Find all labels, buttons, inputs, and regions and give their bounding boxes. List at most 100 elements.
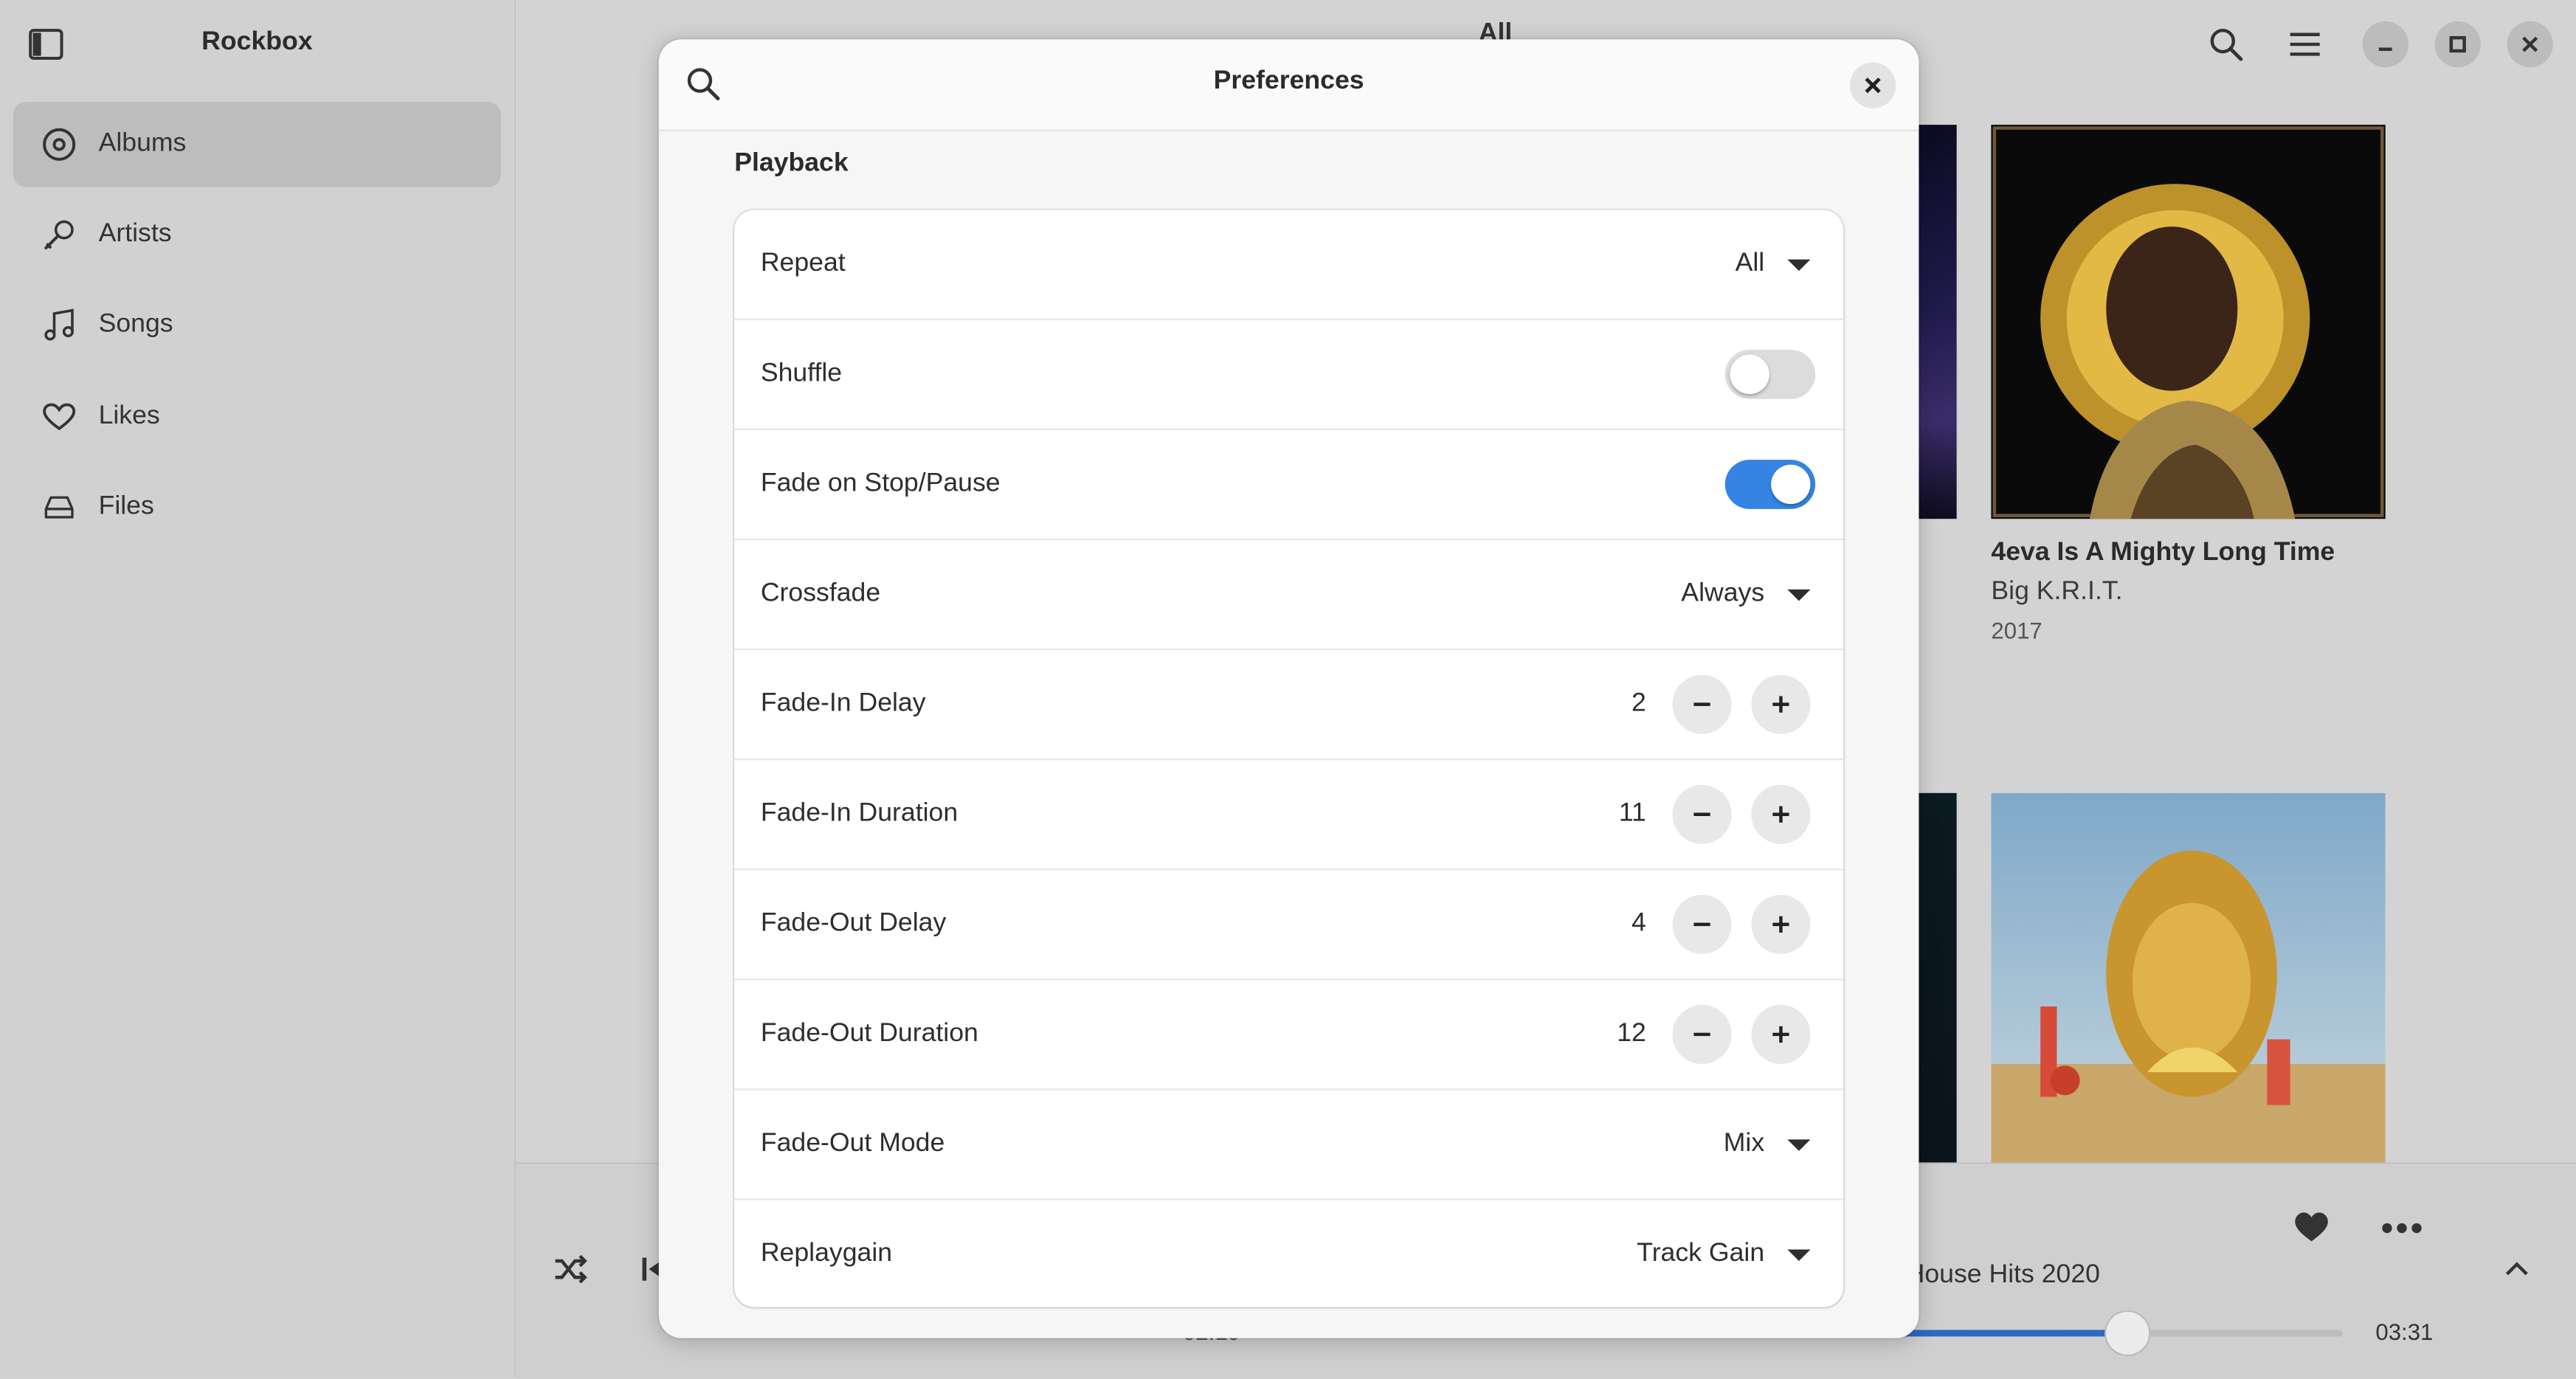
expand-player-button[interactable] [2494, 1246, 2540, 1292]
increment-button[interactable] [1751, 784, 1811, 844]
app-title: Rockbox [201, 27, 313, 56]
album-cover[interactable] [1991, 792, 2386, 1163]
music-note-icon [41, 307, 77, 343]
plus-icon [1772, 696, 1789, 713]
setting-fade-out-delay: Fade-Out Delay 4 [734, 870, 1844, 981]
sidebar-item-albums[interactable]: Albums [13, 101, 502, 187]
setting-fade-in-duration: Fade-In Duration 11 [734, 760, 1844, 871]
setting-label: Fade-Out Delay [760, 909, 947, 938]
sidebar-item-label: Likes [98, 402, 160, 431]
heart-icon [41, 399, 77, 435]
window-close-button[interactable] [2507, 21, 2553, 68]
heart-icon [2295, 1212, 2328, 1242]
album-artist[interactable]: Big K.R.I.T. [1991, 578, 2122, 607]
menu-button[interactable] [2282, 21, 2327, 67]
shuffle-icon [555, 1254, 587, 1284]
caret-down-icon [1787, 1138, 1811, 1150]
dropdown-value: Track Gain [1637, 1240, 1765, 1268]
sidebar-item-label: Albums [98, 129, 187, 158]
maximize-icon [2449, 35, 2466, 53]
preferences-dialog: Preferences Playback Repeat All Shuffle … [658, 39, 1919, 1338]
minimize-icon [2378, 47, 2392, 51]
like-button[interactable] [2288, 1203, 2334, 1249]
album-cover[interactable] [1991, 125, 2386, 519]
setting-label: Fade-Out Duration [760, 1019, 978, 1048]
dropdown-value: All [1735, 249, 1765, 278]
dialog-close-button[interactable] [1849, 62, 1896, 108]
more-button[interactable] [2379, 1205, 2425, 1251]
sidebar-item-files[interactable]: Files [13, 465, 501, 550]
decrement-button[interactable] [1672, 1004, 1732, 1064]
maximize-button[interactable] [2434, 21, 2481, 68]
caret-down-icon [1787, 588, 1811, 601]
setting-fade-in-delay: Fade-In Delay 2 [734, 650, 1844, 761]
decrement-button[interactable] [1672, 894, 1732, 954]
dialog-header: Preferences [658, 39, 1919, 132]
sidebar-item-songs[interactable]: Songs [13, 283, 501, 368]
setting-label: Shuffle [760, 359, 843, 388]
minus-icon [1693, 922, 1710, 927]
minimize-button[interactable] [2362, 21, 2408, 68]
crossfade-dropdown[interactable]: Always [1681, 540, 1811, 649]
time-total: 03:31 [2375, 1318, 2434, 1345]
album-title[interactable]: 4eva Is A Mighty Long Time [1991, 539, 2335, 568]
setting-replaygain: Replaygain Track Gain [734, 1200, 1843, 1307]
repeat-dropdown[interactable]: All [1736, 210, 1811, 319]
disc-icon [41, 126, 77, 162]
sidebar: Rockbox Albums Artists Songs Likes Files [0, 0, 517, 1378]
close-icon [2522, 36, 2538, 52]
minus-icon [1693, 702, 1710, 706]
album-year: 2017 [1991, 617, 2043, 644]
fade-out-mode-dropdown[interactable]: Mix [1724, 1091, 1811, 1199]
progress-fill [1889, 1330, 2125, 1337]
shuffle-toggle[interactable] [1724, 349, 1816, 399]
setting-label: Replaygain [760, 1240, 893, 1268]
sidebar-item-likes[interactable]: Likes [13, 374, 501, 460]
toggle-knob [1771, 464, 1811, 505]
drive-icon [41, 489, 77, 525]
plus-icon [1772, 806, 1789, 823]
plus-icon [1772, 1026, 1789, 1043]
increment-button[interactable] [1751, 674, 1811, 734]
playback-settings-list: Repeat All Shuffle Fade on Stop/Pause Cr… [734, 210, 1844, 1307]
dialog-title: Preferences [1213, 67, 1364, 96]
chevron-up-icon [2505, 1262, 2528, 1276]
toggle-knob [1730, 354, 1769, 395]
spin-value: 12 [1617, 1019, 1646, 1048]
menu-icon [2290, 32, 2320, 56]
now-playing-album[interactable]: House Hits 2020 [1906, 1261, 2100, 1290]
search-button[interactable] [2203, 21, 2249, 67]
section-title: Playback [734, 149, 849, 178]
increment-button[interactable] [1751, 1004, 1811, 1064]
fade-on-stop-toggle[interactable] [1724, 460, 1816, 509]
setting-label: Fade on Stop/Pause [760, 469, 1001, 498]
plus-icon [1772, 916, 1789, 933]
spin-value: 11 [1618, 799, 1646, 828]
more-icon [2382, 1223, 2422, 1234]
setting-fade-out-mode: Fade-Out Mode Mix [734, 1091, 1844, 1200]
caret-down-icon [1787, 258, 1811, 271]
progress-slider[interactable] [1889, 1310, 2343, 1357]
setting-label: Fade-In Delay [760, 689, 926, 718]
setting-crossfade: Crossfade Always [734, 540, 1844, 651]
caret-down-icon [1787, 1248, 1811, 1260]
microphone-icon [41, 217, 77, 253]
setting-label: Repeat [760, 249, 846, 278]
setting-repeat: Repeat All [734, 210, 1844, 320]
dropdown-value: Always [1681, 579, 1765, 608]
setting-shuffle: Shuffle [734, 320, 1844, 431]
setting-fade-on-stop: Fade on Stop/Pause [734, 430, 1844, 541]
sidebar-item-artists[interactable]: Artists [13, 192, 501, 277]
decrement-button[interactable] [1672, 784, 1732, 844]
progress-knob[interactable] [2103, 1310, 2150, 1357]
setting-label: Crossfade [760, 579, 881, 608]
decrement-button[interactable] [1672, 674, 1732, 734]
shuffle-button[interactable] [547, 1246, 593, 1292]
close-icon [1865, 77, 1881, 94]
sidebar-item-label: Files [98, 492, 154, 521]
search-icon [2210, 28, 2243, 61]
replaygain-dropdown[interactable]: Track Gain [1637, 1200, 1811, 1307]
increment-button[interactable] [1751, 894, 1811, 954]
sidebar-item-label: Artists [98, 220, 172, 249]
setting-label: Fade-In Duration [760, 799, 959, 828]
